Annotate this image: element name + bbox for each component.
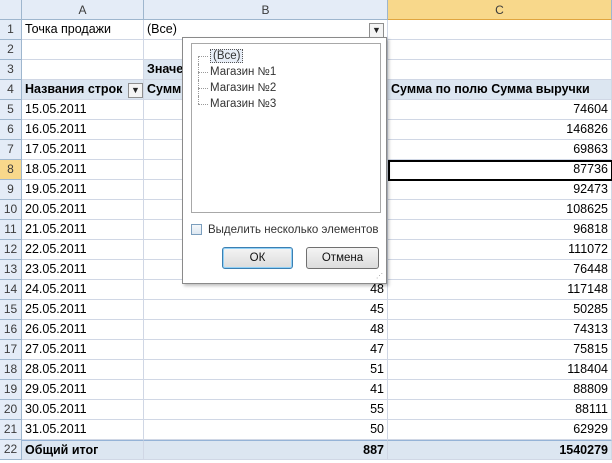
- revenue-cell[interactable]: 88809: [388, 380, 612, 400]
- count-cell[interactable]: 41: [144, 380, 388, 400]
- count-cell[interactable]: 55: [144, 400, 388, 420]
- row-header-20[interactable]: 20: [0, 400, 22, 420]
- row-header-4[interactable]: 4: [0, 80, 22, 100]
- row-header-14[interactable]: 14: [0, 280, 22, 300]
- cell-c3[interactable]: [388, 60, 612, 80]
- revenue-cell[interactable]: 88111: [388, 400, 612, 420]
- row-header-22[interactable]: 22: [0, 440, 22, 460]
- revenue-cell[interactable]: 108625: [388, 200, 612, 220]
- row-header-19[interactable]: 19: [0, 380, 22, 400]
- row-labels-filter-button[interactable]: ▼: [128, 83, 143, 98]
- filter-item-store-1[interactable]: Магазин №1: [198, 64, 276, 80]
- active-cell-selection: [388, 160, 612, 181]
- filter-value: (Все): [147, 22, 177, 36]
- date-cell[interactable]: 24.05.2011: [22, 280, 144, 300]
- select-all-corner[interactable]: [0, 0, 22, 20]
- revenue-header-cell[interactable]: Сумма по полю Сумма выручки: [388, 80, 612, 100]
- date-cell[interactable]: 18.05.2011: [22, 160, 144, 180]
- ok-button[interactable]: ОК: [222, 247, 293, 269]
- revenue-cell[interactable]: 50285: [388, 300, 612, 320]
- revenue-cell[interactable]: 146826: [388, 120, 612, 140]
- date-cell[interactable]: 22.05.2011: [22, 240, 144, 260]
- cell-c2[interactable]: [388, 40, 612, 60]
- revenue-cell[interactable]: 96818: [388, 220, 612, 240]
- date-cell[interactable]: 17.05.2011: [22, 140, 144, 160]
- revenue-cell[interactable]: 92473: [388, 180, 612, 200]
- revenue-cell[interactable]: 74313: [388, 320, 612, 340]
- filter-items-tree[interactable]: (Все) Магазин №1 Магазин №2 Магазин №3: [191, 43, 381, 213]
- row-header-8[interactable]: 8: [0, 160, 22, 180]
- row-header-18[interactable]: 18: [0, 360, 22, 380]
- row-header-3[interactable]: 3: [0, 60, 22, 80]
- date-cell[interactable]: 20.05.2011: [22, 200, 144, 220]
- multi-select-label: Выделить несколько элементов: [208, 224, 379, 236]
- count-cell[interactable]: 51: [144, 360, 388, 380]
- date-cell[interactable]: 25.05.2011: [22, 300, 144, 320]
- cell-a3[interactable]: [22, 60, 144, 80]
- revenue-cell[interactable]: 111072: [388, 240, 612, 260]
- revenue-cell[interactable]: 118404: [388, 360, 612, 380]
- row-header-7[interactable]: 7: [0, 140, 22, 160]
- date-cell[interactable]: 26.05.2011: [22, 320, 144, 340]
- revenue-cell[interactable]: 76448: [388, 260, 612, 280]
- revenue-cell[interactable]: 69863: [388, 140, 612, 160]
- date-cell[interactable]: 27.05.2011: [22, 340, 144, 360]
- column-header-a[interactable]: A: [22, 0, 144, 20]
- date-cell[interactable]: 16.05.2011: [22, 120, 144, 140]
- count-cell[interactable]: 45: [144, 300, 388, 320]
- grand-total-label[interactable]: Общий итог: [22, 440, 144, 460]
- row-header-16[interactable]: 16: [0, 320, 22, 340]
- grand-total-revenue[interactable]: 1540279: [388, 440, 612, 460]
- resize-grip-icon[interactable]: ⋰: [376, 273, 384, 281]
- filter-item-store-3[interactable]: Магазин №3: [198, 96, 276, 112]
- filter-dropdown-button[interactable]: ▼: [369, 23, 384, 38]
- count-cell[interactable]: 50: [144, 420, 388, 440]
- filter-dropdown-panel: (Все) Магазин №1 Магазин №2 Магазин №3 В…: [182, 37, 387, 284]
- date-cell[interactable]: 19.05.2011: [22, 180, 144, 200]
- row-header-15[interactable]: 15: [0, 300, 22, 320]
- multi-select-option[interactable]: Выделить несколько элементов: [191, 223, 379, 239]
- row-header-13[interactable]: 13: [0, 260, 22, 280]
- row-labels-header-text: Названия строк: [25, 82, 123, 96]
- date-cell[interactable]: 21.05.2011: [22, 220, 144, 240]
- chevron-down-icon: ▼: [372, 25, 381, 35]
- column-header-c[interactable]: C: [388, 0, 612, 20]
- row-header-17[interactable]: 17: [0, 340, 22, 360]
- revenue-cell[interactable]: 117148: [388, 280, 612, 300]
- date-cell[interactable]: 30.05.2011: [22, 400, 144, 420]
- row-labels-header[interactable]: Названия строк: [22, 80, 144, 100]
- revenue-cell[interactable]: 74604: [388, 100, 612, 120]
- date-cell[interactable]: 23.05.2011: [22, 260, 144, 280]
- row-header-10[interactable]: 10: [0, 200, 22, 220]
- revenue-cell[interactable]: 75815: [388, 340, 612, 360]
- count-cell[interactable]: 47: [144, 340, 388, 360]
- grand-total-count[interactable]: 887: [144, 440, 388, 460]
- date-cell[interactable]: 29.05.2011: [22, 380, 144, 400]
- row-header-9[interactable]: 9: [0, 180, 22, 200]
- column-header-b[interactable]: B: [144, 0, 388, 20]
- chevron-down-icon: ▼: [131, 85, 140, 95]
- cell-a2[interactable]: [22, 40, 144, 60]
- row-header-21[interactable]: 21: [0, 420, 22, 440]
- date-cell[interactable]: 28.05.2011: [22, 360, 144, 380]
- revenue-cell[interactable]: 62929: [388, 420, 612, 440]
- filter-item-store-2[interactable]: Магазин №2: [198, 80, 276, 96]
- count-cell[interactable]: 48: [144, 320, 388, 340]
- cell-c1[interactable]: [388, 20, 612, 40]
- multi-select-checkbox[interactable]: [191, 224, 202, 235]
- row-header-2[interactable]: 2: [0, 40, 22, 60]
- row-header-6[interactable]: 6: [0, 120, 22, 140]
- filter-item-all[interactable]: (Все): [198, 48, 244, 64]
- date-cell[interactable]: 15.05.2011: [22, 100, 144, 120]
- date-cell[interactable]: 31.05.2011: [22, 420, 144, 440]
- cancel-button[interactable]: Отмена: [306, 247, 379, 269]
- row-header-5[interactable]: 5: [0, 100, 22, 120]
- row-header-12[interactable]: 12: [0, 240, 22, 260]
- row-header-11[interactable]: 11: [0, 220, 22, 240]
- filter-label-cell[interactable]: Точка продажи: [22, 20, 144, 40]
- row-header-1[interactable]: 1: [0, 20, 22, 40]
